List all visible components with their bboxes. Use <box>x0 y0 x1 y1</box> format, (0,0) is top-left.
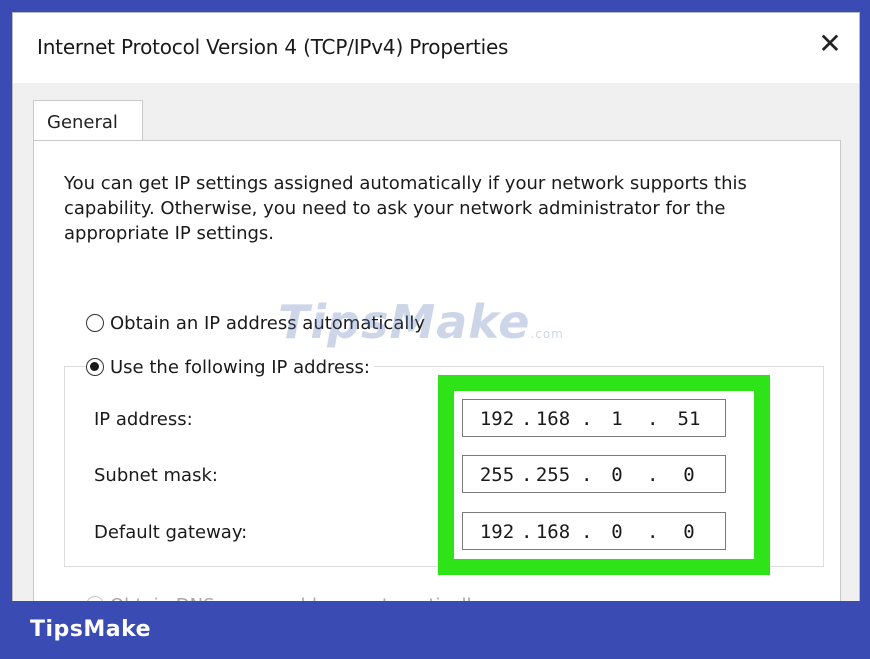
gateway-dot: . <box>521 521 533 543</box>
close-icon[interactable]: ✕ <box>815 29 845 59</box>
subnet-mask-field[interactable]: 255 . 255 . 0 . 0 <box>462 455 726 493</box>
ip-octet-3: 1 <box>611 408 623 430</box>
subnet-mask-label: Subnet mask: <box>94 465 218 486</box>
brand-name: TipsMake <box>30 617 152 642</box>
general-panel: You can get IP settings assigned automat… <box>33 140 841 602</box>
use-following-ip-option[interactable]: Use the following IP address: <box>86 354 374 380</box>
ip-dot: . <box>581 408 593 430</box>
dialog-title: Internet Protocol Version 4 (TCP/IPv4) P… <box>37 35 509 59</box>
obtain-ip-auto-label: Obtain an IP address automatically <box>110 312 426 334</box>
title-bar: Internet Protocol Version 4 (TCP/IPv4) P… <box>13 13 859 83</box>
default-gateway-field[interactable]: 192 . 168 . 0 . 0 <box>462 512 726 550</box>
brand-footer: TipsMake <box>0 601 870 659</box>
description-text: You can get IP settings assigned automat… <box>64 173 747 244</box>
use-following-ip-label: Use the following IP address: <box>110 356 370 378</box>
ip-octet-1: 192 <box>479 408 515 430</box>
ip-address-field[interactable]: 192 . 168 . 1 . 51 <box>462 399 726 437</box>
gateway-octet-4: 0 <box>683 521 695 543</box>
tab-general[interactable]: General <box>33 100 143 142</box>
mask-dot: . <box>647 464 659 486</box>
ip-dot: . <box>521 408 533 430</box>
mask-octet-3: 0 <box>611 464 623 486</box>
tab-strip: General <box>13 83 859 142</box>
mask-dot: . <box>581 464 593 486</box>
ip-octet-2: 168 <box>535 408 571 430</box>
gateway-dot: . <box>581 521 593 543</box>
gateway-octet-1: 192 <box>479 521 515 543</box>
mask-octet-4: 0 <box>683 464 695 486</box>
ip-dot: . <box>647 408 659 430</box>
gateway-octet-3: 0 <box>611 521 623 543</box>
mask-octet-1: 255 <box>479 464 515 486</box>
ipv4-properties-dialog: Internet Protocol Version 4 (TCP/IPv4) P… <box>12 12 860 603</box>
gateway-octet-2: 168 <box>535 521 571 543</box>
tab-general-label: General <box>47 112 118 133</box>
mask-dot: . <box>521 464 533 486</box>
default-gateway-label: Default gateway: <box>94 522 248 543</box>
obtain-ip-auto-option[interactable]: Obtain an IP address automatically <box>86 310 425 336</box>
use-following-ip-radio[interactable] <box>86 358 104 376</box>
mask-octet-2: 255 <box>535 464 571 486</box>
ip-address-label: IP address: <box>94 409 193 430</box>
obtain-ip-auto-radio[interactable] <box>86 314 104 332</box>
gateway-dot: . <box>647 521 659 543</box>
ip-octet-4: 51 <box>677 408 701 430</box>
